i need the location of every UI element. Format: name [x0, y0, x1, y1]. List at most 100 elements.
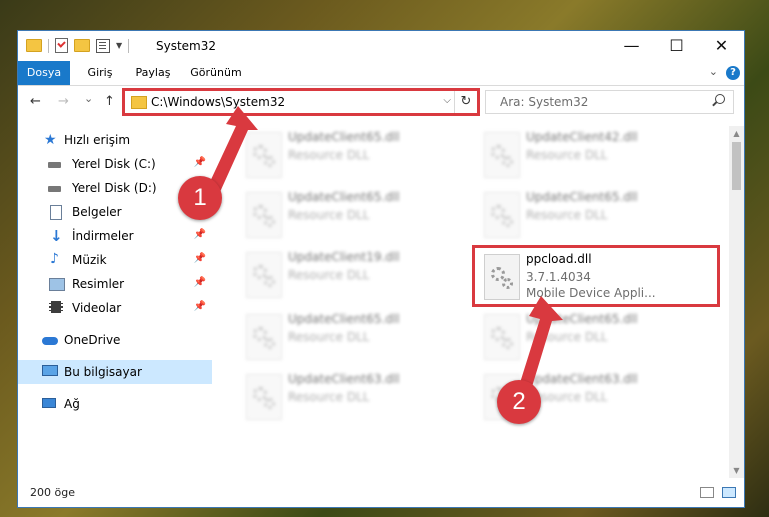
navigation-pane: ★ Hızlı erişim Yerel Disk (C:) 📌 Yerel D… [18, 126, 212, 476]
back-arrow-icon[interactable]: ← [30, 94, 41, 109]
close-button[interactable]: ✕ [699, 31, 744, 61]
file-tile[interactable]: UpdateClient19.dll Resource DLL [238, 248, 468, 304]
new-folder-icon[interactable] [74, 39, 90, 52]
toolbar-divider [128, 38, 130, 53]
maximize-button[interactable]: ☐ [654, 31, 699, 61]
pin-icon[interactable]: 📌 [194, 253, 206, 264]
file-tile[interactable]: UpdateClient42.dll Resource DLL [476, 128, 706, 184]
dll-file-icon [484, 132, 520, 178]
videos-icon [49, 301, 63, 313]
step-badge-2: 2 [497, 380, 541, 424]
file-description: Resource DLL [288, 390, 370, 404]
details-view-icon[interactable] [700, 487, 714, 498]
sidebar-item-music[interactable]: ♪ Müzik 📌 [18, 248, 212, 272]
up-arrow-icon[interactable]: ↑ [104, 94, 115, 109]
window-title: System32 [156, 39, 217, 53]
sidebar-item-label: Resimler [72, 277, 125, 291]
pin-icon[interactable]: 📌 [194, 277, 206, 288]
file-tile[interactable]: UpdateClient65.dll Resource DLL [238, 128, 468, 184]
sidebar-item-label: Ağ [64, 397, 80, 411]
scroll-down-icon[interactable]: ▼ [729, 463, 744, 478]
sidebar-item-this-pc[interactable]: Bu bilgisayar [18, 360, 212, 384]
search-placeholder: Ara: System32 [500, 95, 589, 109]
toolbar-divider [48, 38, 49, 53]
window-controls: — ☐ ✕ [609, 31, 744, 61]
minimize-button[interactable]: — [609, 31, 654, 61]
dll-file-icon [246, 374, 282, 420]
sidebar-item-downloads[interactable]: ↓ İndirmeler 📌 [18, 224, 212, 248]
sidebar-item-local-disk-c[interactable]: Yerel Disk (C:) 📌 [18, 152, 212, 176]
sidebar-item-pictures[interactable]: Resimler 📌 [18, 272, 212, 296]
file-description: Resource DLL [526, 148, 608, 162]
vertical-scrollbar[interactable]: ▲ ▼ [729, 126, 744, 478]
file-name: UpdateClient42.dll [526, 130, 638, 144]
sidebar-item-label: Yerel Disk (D:) [72, 181, 157, 195]
chevron-down-icon[interactable]: ⌄ [709, 65, 718, 78]
file-name: UpdateClient65.dll [288, 190, 400, 204]
folder-icon [26, 39, 42, 52]
file-tile[interactable]: UpdateClient65.dll Resource DLL [238, 188, 468, 244]
sidebar-item-label: Müzik [72, 253, 107, 267]
sidebar-item-label: OneDrive [64, 333, 121, 347]
pictures-icon [49, 278, 65, 291]
navigation-bar: ← → ⌄ ↑ C:\Windows\System32 ⌵ ↻ Ara: Sys… [18, 86, 744, 120]
download-icon: ↓ [50, 227, 63, 245]
documents-icon [50, 205, 62, 220]
dll-file-icon [484, 192, 520, 238]
sidebar-item-label: Videolar [72, 301, 122, 315]
file-description: Resource DLL [288, 330, 370, 344]
pin-icon[interactable]: 📌 [194, 301, 206, 312]
sidebar-item-label: Belgeler [72, 205, 122, 219]
file-description: Resource DLL [288, 148, 370, 162]
ribbon-tabs: Dosya Giriş Paylaş Görünüm ⌄ ? [18, 61, 744, 86]
search-box[interactable]: Ara: System32 [485, 90, 734, 114]
item-count: 200 öge [30, 486, 75, 499]
network-icon [42, 398, 56, 408]
tab-view[interactable]: Görünüm [186, 61, 246, 85]
star-icon: ★ [44, 132, 57, 148]
file-name: UpdateClient63.dll [288, 372, 400, 386]
sidebar-item-network[interactable]: Ağ [18, 392, 212, 416]
file-tile[interactable]: UpdateClient65.dll Resource DLL [238, 310, 468, 366]
scrollbar-thumb[interactable] [732, 142, 741, 190]
help-icon[interactable]: ? [726, 66, 740, 80]
sidebar-item-label: Hızlı erişim [64, 133, 131, 147]
scroll-up-icon[interactable]: ▲ [729, 126, 744, 141]
pin-icon[interactable]: 📌 [194, 229, 206, 240]
tab-share[interactable]: Paylaş [128, 61, 178, 85]
explorer-window: ▼ System32 — ☐ ✕ Dosya Giriş Paylaş Görü… [17, 30, 745, 508]
sidebar-item-label: Bu bilgisayar [64, 365, 142, 379]
search-icon[interactable] [715, 94, 725, 104]
status-bar: 200 öge [18, 479, 744, 507]
recent-locations-icon[interactable]: ⌄ [84, 92, 93, 105]
sidebar-item-onedrive[interactable]: OneDrive [18, 328, 212, 352]
file-name: UpdateClient65.dll [526, 190, 638, 204]
sidebar-item-label: İndirmeler [72, 229, 134, 243]
dll-file-icon [246, 314, 282, 360]
title-bar: ▼ System32 — ☐ ✕ [18, 31, 744, 61]
customize-list-icon[interactable] [96, 38, 110, 53]
qat-dropdown-icon[interactable]: ▼ [116, 41, 122, 50]
file-tile[interactable]: UpdateClient65.dll Resource DLL [476, 188, 706, 244]
tab-file[interactable]: Dosya [18, 61, 70, 85]
file-name: UpdateClient65.dll [288, 130, 400, 144]
quick-access-toolbar: ▼ [26, 38, 130, 53]
computer-icon [42, 365, 58, 376]
file-name: UpdateClient19.dll [288, 250, 400, 264]
sidebar-item-videos[interactable]: Videolar 📌 [18, 296, 212, 320]
tiles-view-icon[interactable] [722, 487, 736, 498]
sidebar-item-quick-access[interactable]: ★ Hızlı erişim [18, 128, 212, 152]
file-description: Resource DLL [288, 268, 370, 282]
forward-arrow-icon[interactable]: → [58, 94, 69, 109]
drive-icon [48, 186, 61, 192]
properties-check-icon[interactable] [55, 38, 68, 53]
file-tile[interactable]: UpdateClient63.dll Resource DLL [238, 370, 468, 426]
file-description: Resource DLL [288, 208, 370, 222]
file-description: Resource DLL [526, 208, 608, 222]
step-badge-1: 1 [178, 176, 222, 220]
music-icon: ♪ [50, 251, 59, 267]
dll-file-icon [246, 252, 282, 298]
tab-home[interactable]: Giriş [78, 61, 122, 85]
file-list: UpdateClient65.dll Resource DLL UpdateCl… [214, 126, 730, 476]
drive-icon [48, 162, 61, 168]
